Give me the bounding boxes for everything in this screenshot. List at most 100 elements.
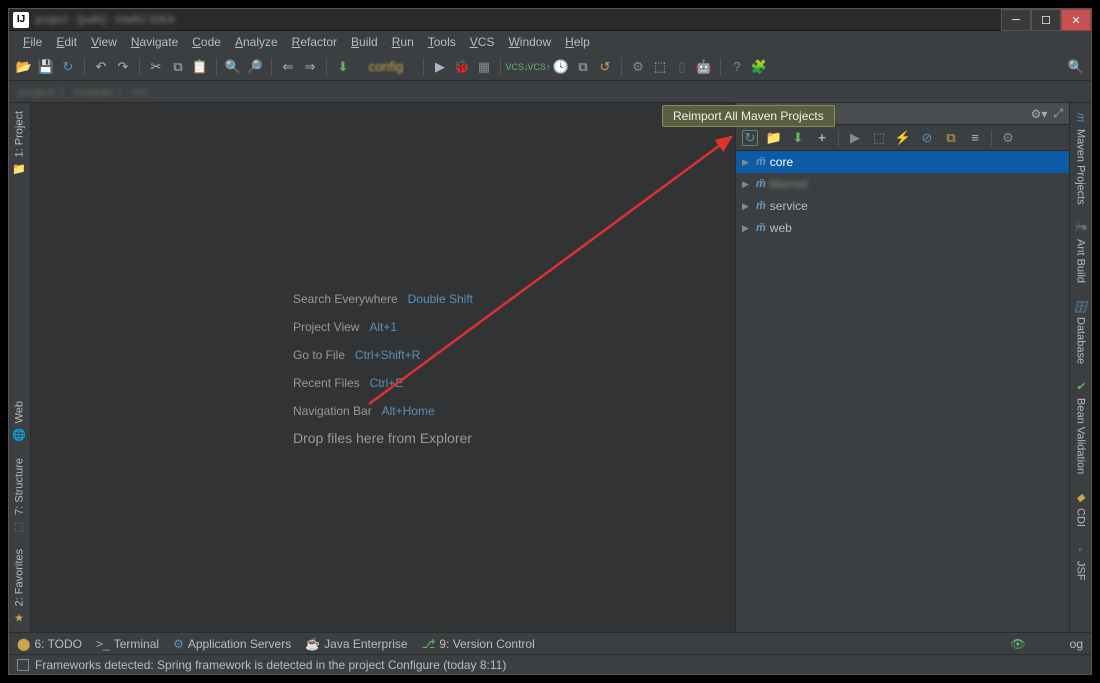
expand-icon[interactable]: ▶ bbox=[742, 157, 752, 168]
show-deps-icon[interactable]: ⧉ bbox=[943, 130, 959, 146]
expand-icon[interactable]: ▶ bbox=[742, 179, 752, 190]
bottom-tab-application-servers[interactable]: ⚙Application Servers bbox=[173, 637, 291, 651]
status-icon[interactable] bbox=[17, 659, 29, 671]
collapse-icon[interactable]: ≡ bbox=[967, 130, 983, 146]
forward-icon[interactable]: ⇒ bbox=[301, 58, 319, 76]
expand-icon[interactable]: ▶ bbox=[742, 201, 752, 212]
menu-navigate[interactable]: Navigate bbox=[125, 33, 184, 51]
maven-settings-icon[interactable]: ⚙ bbox=[1000, 130, 1016, 146]
run-icon[interactable]: ▶ bbox=[431, 58, 449, 76]
inspections-icon[interactable]: 👁 bbox=[1010, 637, 1025, 651]
menu-file[interactable]: File bbox=[17, 33, 48, 51]
close-button[interactable]: ✕ bbox=[1061, 9, 1091, 31]
menu-analyze[interactable]: Analyze bbox=[229, 33, 284, 51]
paste-icon[interactable]: 📋 bbox=[191, 58, 209, 76]
right-tab-ant-build[interactable]: 🐜Ant Build bbox=[1070, 213, 1091, 291]
left-tab-web[interactable]: 🌐Web bbox=[9, 393, 30, 449]
download-icon[interactable]: ⬇ bbox=[790, 130, 806, 146]
execute-goal-icon[interactable]: ⬚ bbox=[871, 130, 887, 146]
menu-view[interactable]: View bbox=[85, 33, 123, 51]
generate-sources-icon[interactable]: 📁 bbox=[766, 130, 782, 146]
maven-module-row[interactable]: ▶m̃web bbox=[736, 217, 1069, 239]
bottom-tab-java-enterprise[interactable]: ☕Java Enterprise bbox=[305, 637, 407, 651]
menu-vcs[interactable]: VCS bbox=[464, 33, 501, 51]
reimport-icon[interactable]: ↻ bbox=[742, 130, 758, 146]
right-tab-bean-validation[interactable]: ✔Bean Validation bbox=[1070, 372, 1091, 482]
status-bar: Frameworks detected: Spring framework is… bbox=[9, 654, 1091, 674]
maven-tree[interactable]: ▶m̃core▶m̃blurred▶m̃service▶m̃web bbox=[736, 151, 1069, 632]
editor-area[interactable]: Search Everywhere Double Shift Project Vi… bbox=[31, 103, 735, 632]
bottom-tab-9-version-control[interactable]: ⎇9: Version Control bbox=[422, 637, 535, 651]
menu-run[interactable]: Run bbox=[386, 33, 420, 51]
diff-icon[interactable]: ⧉ bbox=[574, 58, 592, 76]
menu-window[interactable]: Window bbox=[502, 33, 557, 51]
welcome-hints: Search Everywhere Double Shift Project Vi… bbox=[293, 278, 473, 458]
gear-icon[interactable]: ⚙▾ bbox=[1031, 107, 1048, 121]
breadcrumb-bar[interactable]: project 〉 module 〉 src bbox=[9, 81, 1091, 103]
left-tab-7-structure[interactable]: ⬚7: Structure bbox=[9, 450, 30, 541]
maven-module-row[interactable]: ▶m̃service bbox=[736, 195, 1069, 217]
hint-row: Recent Files Ctrl+E bbox=[293, 374, 473, 390]
right-tab-jsf[interactable]: ▫JSF bbox=[1070, 535, 1091, 589]
right-tab-database[interactable]: 🗄Database bbox=[1070, 291, 1091, 372]
settings-icon[interactable]: ⚙ bbox=[629, 58, 647, 76]
vcs-update-icon[interactable]: VCS↓ bbox=[508, 58, 526, 76]
expand-icon[interactable]: ▶ bbox=[742, 223, 752, 234]
undo-icon[interactable]: ↶ bbox=[92, 58, 110, 76]
replace-icon[interactable]: 🔎 bbox=[246, 58, 264, 76]
revert-icon[interactable]: ↺ bbox=[596, 58, 614, 76]
debug-icon[interactable]: 🐞 bbox=[453, 58, 471, 76]
project-structure-icon[interactable]: ⬚ bbox=[651, 58, 669, 76]
menu-code[interactable]: Code bbox=[186, 33, 227, 51]
menu-build[interactable]: Build bbox=[345, 33, 384, 51]
title-bar: IJ project - [path] - IntelliJ IDEA bbox=[9, 9, 1091, 31]
left-tab-2-favorites[interactable]: ★2: Favorites bbox=[9, 541, 30, 632]
maximize-button[interactable]: ☐ bbox=[1031, 9, 1061, 31]
app-icon: IJ bbox=[13, 12, 29, 28]
module-name: web bbox=[770, 221, 792, 235]
android-icon[interactable]: 🤖 bbox=[695, 58, 713, 76]
maven-module-row[interactable]: ▶m̃blurred bbox=[736, 173, 1069, 195]
status-right: og bbox=[1070, 637, 1083, 651]
back-icon[interactable]: ⇐ bbox=[279, 58, 297, 76]
bottom-tab-6-todo[interactable]: ⬤6: TODO bbox=[17, 637, 82, 651]
left-tool-strip: 📁1: Project 🌐Web⬚7: Structure★2: Favorite… bbox=[9, 103, 31, 632]
redo-icon[interactable]: ↷ bbox=[114, 58, 132, 76]
find-icon[interactable]: 🔍 bbox=[224, 58, 242, 76]
maven-icon: m̃ bbox=[756, 156, 766, 168]
right-tab-maven-projects[interactable]: mMaven Projects bbox=[1070, 103, 1091, 213]
maven-module-row[interactable]: ▶m̃core bbox=[736, 151, 1069, 173]
hint-row: Project View Alt+1 bbox=[293, 318, 473, 334]
run-maven-icon[interactable]: ▶ bbox=[847, 130, 863, 146]
menu-refactor[interactable]: Refactor bbox=[286, 33, 343, 51]
help-icon[interactable]: ? bbox=[728, 58, 746, 76]
bottom-tab-terminal[interactable]: >_Terminal bbox=[96, 637, 159, 651]
hide-icon[interactable]: ⤢ bbox=[1053, 106, 1063, 121]
module-name: service bbox=[770, 199, 808, 213]
add-maven-icon[interactable]: + bbox=[814, 130, 830, 146]
history-icon[interactable]: 🕓 bbox=[552, 58, 570, 76]
menu-edit[interactable]: Edit bbox=[50, 33, 83, 51]
sync-icon[interactable]: ↻ bbox=[59, 58, 77, 76]
build-icon[interactable]: ⬇ bbox=[334, 58, 352, 76]
copy-icon[interactable]: ⧉ bbox=[169, 58, 187, 76]
skip-tests-icon[interactable]: ⊘ bbox=[919, 130, 935, 146]
minimize-button[interactable]: ─ bbox=[1001, 9, 1031, 31]
cut-icon[interactable]: ✂ bbox=[147, 58, 165, 76]
open-icon[interactable]: 📂 bbox=[15, 58, 33, 76]
save-icon[interactable]: 💾 bbox=[37, 58, 55, 76]
toggle-offline-icon[interactable]: ⚡ bbox=[895, 130, 911, 146]
coverage-icon[interactable]: ▦ bbox=[475, 58, 493, 76]
plugin-icon[interactable]: 🧩 bbox=[750, 58, 768, 76]
status-text: Frameworks detected: Spring framework is… bbox=[35, 658, 506, 672]
sdk-icon[interactable]: ▯ bbox=[673, 58, 691, 76]
right-tab-cdi[interactable]: ◆CDI bbox=[1070, 482, 1091, 535]
left-tab-1-project[interactable]: 📁1: Project bbox=[9, 103, 30, 183]
menu-help[interactable]: Help bbox=[559, 33, 596, 51]
menu-tools[interactable]: Tools bbox=[422, 33, 462, 51]
hint-row: Search Everywhere Double Shift bbox=[293, 290, 473, 306]
breadcrumb-text: project 〉 module 〉 src bbox=[19, 83, 148, 100]
vcs-commit-icon[interactable]: VCS↑ bbox=[530, 58, 548, 76]
run-config[interactable]: config bbox=[356, 58, 416, 76]
search-everywhere-icon[interactable]: 🔍 bbox=[1067, 58, 1085, 76]
